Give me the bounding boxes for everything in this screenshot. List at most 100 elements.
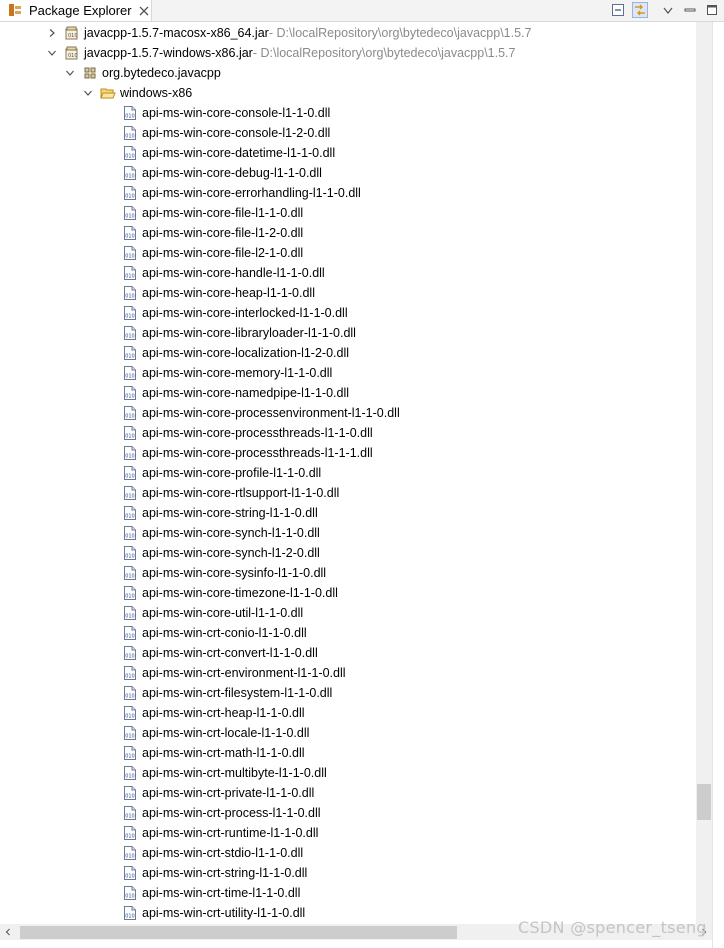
svg-text:010: 010 — [125, 854, 135, 860]
tree-item-file[interactable]: 010 api-ms-win-core-synch-l1-2-0.dll — [122, 543, 320, 563]
tree-item-file[interactable]: 010 api-ms-win-crt-process-l1-1-0.dll — [122, 803, 321, 823]
file-name: api-ms-win-crt-private-l1-1-0.dll — [142, 786, 315, 800]
tree-item-file[interactable]: 010 api-ms-win-core-file-l1-1-0.dll — [122, 203, 303, 223]
tree-item-file[interactable]: 010 api-ms-win-core-file-l2-1-0.dll — [122, 243, 303, 263]
tree-item-file[interactable]: 010 api-ms-win-crt-heap-l1-1-0.dll — [122, 703, 305, 723]
tree-item-file[interactable]: 010 api-ms-win-core-file-l1-2-0.dll — [122, 223, 303, 243]
tree-item-file[interactable]: 010 api-ms-win-core-libraryloader-l1-1-0.… — [122, 323, 356, 343]
tree-item-file[interactable]: 010 api-ms-win-core-util-l1-1-0.dll — [122, 603, 303, 623]
tree-item-file[interactable]: 010 api-ms-win-core-handle-l1-1-0.dll — [122, 263, 325, 283]
file-name: api-ms-win-crt-utility-l1-1-0.dll — [142, 906, 306, 920]
tree-item-file[interactable]: 010 api-ms-win-core-localization-l1-2-0.d… — [122, 343, 349, 363]
tree-item-file[interactable]: 010 api-ms-win-core-processthreads-l1-1-0… — [122, 423, 373, 443]
svg-text:010: 010 — [68, 33, 78, 39]
svg-text:010: 010 — [125, 414, 135, 420]
tree-item-file[interactable]: 010 api-ms-win-core-timezone-l1-1-0.dll — [122, 583, 338, 603]
svg-text:010: 010 — [125, 514, 135, 520]
binary-file-icon: 010 — [122, 145, 138, 161]
tree-item-file[interactable]: 010 api-ms-win-core-errorhandling-l1-1-0.… — [122, 183, 361, 203]
tree-item-file[interactable]: 010 api-ms-win-core-heap-l1-1-0.dll — [122, 283, 315, 303]
tree-item-file[interactable]: 010 api-ms-win-core-namedpipe-l1-1-0.dll — [122, 383, 349, 403]
tree-item-file[interactable]: 010 api-ms-win-crt-multibyte-l1-1-0.dll — [122, 763, 327, 783]
chevron-down-icon[interactable] — [46, 47, 58, 59]
file-name: api-ms-win-crt-heap-l1-1-0.dll — [142, 706, 305, 720]
file-name: api-ms-win-core-console-l1-1-0.dll — [142, 106, 331, 120]
tree-item-file[interactable]: 010 api-ms-win-core-processenvironment-l1… — [122, 403, 400, 423]
tree-item-file[interactable]: 010 api-ms-win-core-rtlsupport-l1-1-0.dll — [122, 483, 339, 503]
file-name: api-ms-win-core-interlocked-l1-1-0.dll — [142, 306, 348, 320]
vertical-scroll-thumb[interactable] — [697, 784, 711, 820]
tree-item-file[interactable]: 010 api-ms-win-core-datetime-l1-1-0.dll — [122, 143, 335, 163]
tree-item-jar-macos[interactable]: 010 javacpp-1.5.7-macosx-x86_64.jar - D:… — [46, 23, 531, 43]
svg-text:010: 010 — [125, 814, 135, 820]
tree-item-file[interactable]: 010 api-ms-win-crt-math-l1-1-0.dll — [122, 743, 305, 763]
link-with-editor-icon[interactable] — [632, 2, 648, 18]
file-name: api-ms-win-core-heap-l1-1-0.dll — [142, 286, 315, 300]
tree-item-file[interactable]: 010 api-ms-win-core-sysinfo-l1-1-0.dll — [122, 563, 326, 583]
tree-item-file[interactable]: 010 api-ms-win-core-memory-l1-1-0.dll — [122, 363, 332, 383]
view-title: Package Explorer — [29, 3, 132, 18]
tree-item-file[interactable]: 010 api-ms-win-core-synch-l1-1-0.dll — [122, 523, 320, 543]
tree-item-file[interactable]: 010 api-ms-win-core-console-l1-2-0.dll — [122, 123, 330, 143]
svg-text:010: 010 — [125, 574, 135, 580]
file-name: api-ms-win-crt-stdio-l1-1-0.dll — [142, 846, 304, 860]
tree-item-file[interactable]: 010 api-ms-win-crt-convert-l1-1-0.dll — [122, 643, 318, 663]
minimize-icon[interactable] — [682, 2, 698, 18]
svg-text:010: 010 — [125, 214, 135, 220]
tree-item-file[interactable]: 010 api-ms-win-crt-conio-l1-1-0.dll — [122, 623, 307, 643]
binary-file-icon: 010 — [122, 805, 138, 821]
file-name: api-ms-win-core-processthreads-l1-1-0.dl… — [142, 426, 373, 440]
tree-item-file[interactable]: 010 api-ms-win-core-profile-l1-1-0.dll — [122, 463, 321, 483]
scroll-left-icon[interactable] — [0, 924, 16, 940]
svg-text:010: 010 — [125, 374, 135, 380]
tree-item-file[interactable]: 010 api-ms-win-crt-time-l1-1-0.dll — [122, 883, 300, 903]
binary-file-icon: 010 — [122, 865, 138, 881]
tree-item-file[interactable]: 010 api-ms-win-core-interlocked-l1-1-0.dl… — [122, 303, 348, 323]
binary-file-icon: 010 — [122, 605, 138, 621]
open-folder-icon — [100, 85, 116, 101]
tree-item-package[interactable]: org.bytedeco.javacpp — [64, 63, 221, 83]
svg-text:010: 010 — [125, 274, 135, 280]
tree-item-file[interactable]: 010 api-ms-win-core-debug-l1-1-0.dll — [122, 163, 322, 183]
binary-file-icon: 010 — [122, 245, 138, 261]
svg-text:010: 010 — [125, 294, 135, 300]
tree-item-file[interactable]: 010 api-ms-win-crt-string-l1-1-0.dll — [122, 863, 307, 883]
binary-file-icon: 010 — [122, 345, 138, 361]
svg-text:010: 010 — [125, 114, 135, 120]
file-name: api-ms-win-core-synch-l1-2-0.dll — [142, 546, 320, 560]
tree-item-file[interactable]: 010 api-ms-win-crt-runtime-l1-1-0.dll — [122, 823, 318, 843]
tree-item-file[interactable]: 010 api-ms-win-core-console-l1-1-0.dll — [122, 103, 330, 123]
view-toolbar — [610, 2, 720, 18]
package-explorer-tab[interactable]: Package Explorer — [0, 0, 152, 21]
tree-item-file[interactable]: 010 api-ms-win-crt-locale-l1-1-0.dll — [122, 723, 309, 743]
maximize-icon[interactable] — [704, 2, 720, 18]
svg-text:010: 010 — [125, 254, 135, 260]
tree-item-file[interactable]: 010 api-ms-win-core-string-l1-1-0.dll — [122, 503, 318, 523]
tree-item-file[interactable]: 010 api-ms-win-crt-private-l1-1-0.dll — [122, 783, 314, 803]
tree-item-file[interactable]: 010 api-ms-win-core-processthreads-l1-1-1… — [122, 443, 373, 463]
horizontal-scroll-thumb[interactable] — [20, 926, 457, 939]
vertical-scrollbar[interactable] — [696, 22, 712, 924]
svg-text:010: 010 — [125, 754, 135, 760]
tree-item-jar-windows[interactable]: 010 javacpp-1.5.7-windows-x86.jar - D:\l… — [46, 43, 515, 63]
tree-item-folder[interactable]: windows-x86 — [82, 83, 192, 103]
binary-file-icon: 010 — [122, 645, 138, 661]
chevron-right-icon[interactable] — [46, 27, 58, 39]
chevron-down-icon[interactable] — [82, 87, 94, 99]
binary-file-icon: 010 — [122, 665, 138, 681]
package-icon — [82, 65, 98, 81]
tree-item-file[interactable]: 010 api-ms-win-crt-stdio-l1-1-0.dll — [122, 843, 303, 863]
jar-name: javacpp-1.5.7-windows-x86.jar — [84, 46, 253, 60]
binary-file-icon: 010 — [122, 585, 138, 601]
chevron-down-icon[interactable] — [64, 67, 76, 79]
view-menu-icon[interactable] — [660, 2, 676, 18]
jar-name: javacpp-1.5.7-macosx-x86_64.jar — [84, 26, 269, 40]
close-icon[interactable] — [138, 5, 150, 17]
tree-item-file[interactable]: 010 api-ms-win-crt-utility-l1-1-0.dll — [122, 903, 305, 923]
tree-item-file[interactable]: 010 api-ms-win-crt-environment-l1-1-0.dll — [122, 663, 346, 683]
tree-item-file[interactable]: 010 api-ms-win-crt-filesystem-l1-1-0.dll — [122, 683, 332, 703]
file-name: api-ms-win-core-libraryloader-l1-1-0.dll — [142, 326, 356, 340]
collapse-all-icon[interactable] — [610, 2, 626, 18]
svg-text:010: 010 — [125, 174, 135, 180]
binary-file-icon: 010 — [122, 205, 138, 221]
